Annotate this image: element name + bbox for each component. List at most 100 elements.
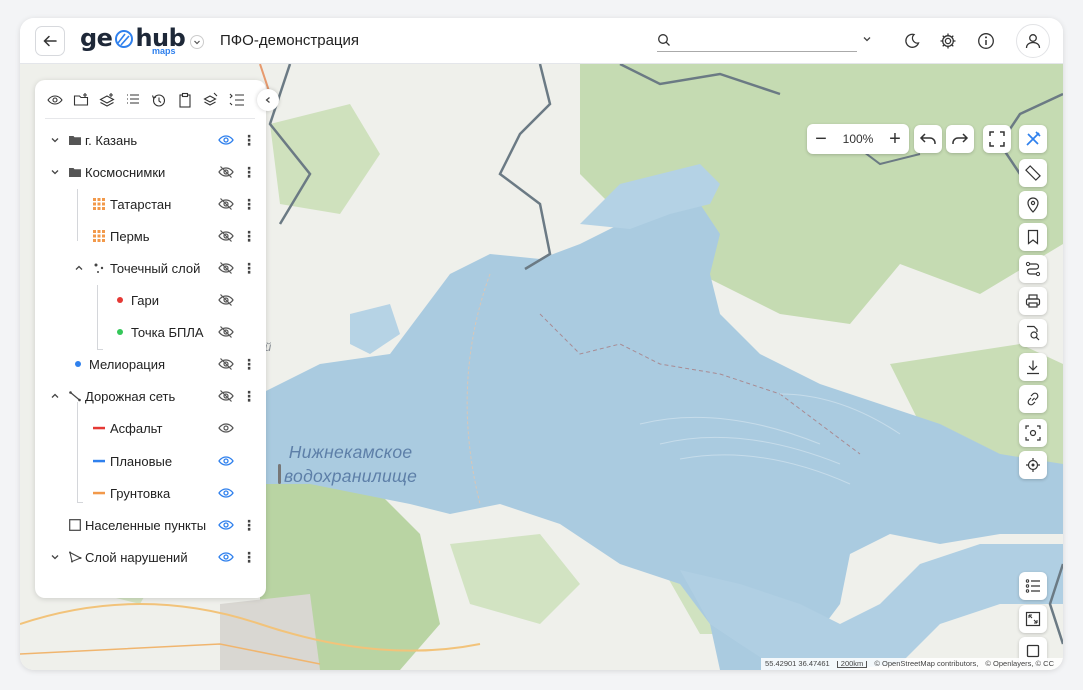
- eye-hidden-icon[interactable]: [218, 228, 234, 244]
- tools-button[interactable]: [1019, 125, 1047, 153]
- fullscreen-button[interactable]: [983, 125, 1011, 153]
- collapse-panel-button[interactable]: [257, 89, 279, 111]
- layers-edit-button[interactable]: [201, 90, 220, 109]
- ol-attribution-link[interactable]: © Openlayers, © CC: [985, 659, 1054, 668]
- legend-button[interactable]: [1019, 572, 1047, 600]
- layer-menu-button[interactable]: ⋮: [242, 388, 256, 404]
- osm-attribution-link[interactable]: © OpenStreetMap contributors,: [874, 659, 978, 668]
- search-map-button[interactable]: [1019, 319, 1047, 347]
- locate-button[interactable]: [1019, 451, 1047, 479]
- layer-menu-button[interactable]: ⋮: [242, 517, 256, 533]
- link-icon: [1027, 392, 1039, 406]
- settings-button[interactable]: [936, 29, 960, 53]
- layer-label: Татарстан: [110, 196, 172, 212]
- eye-hidden-icon[interactable]: [218, 292, 234, 308]
- layer-row-tatarstan[interactable]: Татарстан ⋮: [35, 191, 266, 217]
- geohub-logo[interactable]: ge hub maps: [80, 24, 186, 58]
- eye-hidden-icon[interactable]: [218, 260, 234, 276]
- list-settings-icon: [229, 93, 244, 106]
- layer-menu-button[interactable]: ⋮: [242, 164, 256, 180]
- visibility-icon: [46, 94, 63, 105]
- layer-row-bpla[interactable]: Точка БПЛА: [35, 319, 266, 345]
- bookmark-button[interactable]: [1019, 223, 1047, 251]
- location-pin-button[interactable]: [1019, 191, 1047, 219]
- layer-menu-button[interactable]: ⋮: [242, 356, 256, 372]
- eye-visible-icon[interactable]: [218, 517, 234, 533]
- screenshot-button[interactable]: [1019, 419, 1047, 447]
- layer-menu-button[interactable]: ⋮: [242, 260, 256, 276]
- layer-label: Мелиорация: [89, 356, 166, 372]
- search-dropdown-button[interactable]: [860, 32, 874, 46]
- redo-button[interactable]: [946, 125, 974, 153]
- panel-scrollbar[interactable]: [278, 464, 281, 484]
- blue-line-icon: [92, 454, 106, 468]
- layer-menu-button[interactable]: ⋮: [242, 228, 256, 244]
- add-layer-button[interactable]: [97, 90, 116, 109]
- chevron-up-icon[interactable]: [73, 262, 85, 274]
- chevron-down-icon: [863, 37, 871, 42]
- list-settings-button[interactable]: [227, 90, 246, 109]
- print-button[interactable]: [1019, 287, 1047, 315]
- layer-row-road-network[interactable]: Дорожная сеть ⋮: [35, 383, 266, 409]
- info-button[interactable]: [974, 29, 998, 53]
- eye-visible-icon[interactable]: [218, 549, 234, 565]
- chevron-down-icon[interactable]: [49, 134, 61, 146]
- undo-button[interactable]: [914, 125, 942, 153]
- layer-label: Космоснимки: [85, 164, 166, 180]
- zoom-in-button[interactable]: +: [881, 124, 909, 154]
- add-folder-button[interactable]: [71, 90, 90, 109]
- project-dropdown-button[interactable]: [190, 35, 204, 49]
- layer-row-gruntovka[interactable]: Грунтовка: [35, 480, 266, 506]
- link-button[interactable]: [1019, 385, 1047, 413]
- eye-visible-icon[interactable]: [218, 420, 234, 436]
- search-input[interactable]: [657, 30, 857, 52]
- layer-row-kazan[interactable]: г. Казань ⋮: [35, 127, 266, 153]
- red-dot-icon: [113, 293, 127, 307]
- eye-visible-icon[interactable]: [218, 132, 234, 148]
- add-layer-icon: [98, 92, 115, 107]
- search-map-icon: [1027, 325, 1040, 341]
- layers-edit-icon: [202, 92, 217, 106]
- layer-row-kosmosnimki[interactable]: Космоснимки ⋮: [35, 159, 266, 185]
- layer-row-settlements[interactable]: Населенные пункты ⋮: [35, 512, 266, 538]
- eye-hidden-icon[interactable]: [218, 164, 234, 180]
- clipboard-button[interactable]: [175, 90, 194, 109]
- locate-icon: [1026, 458, 1040, 472]
- eye-hidden-icon[interactable]: [218, 356, 234, 372]
- eye-hidden-icon[interactable]: [218, 388, 234, 404]
- layer-row-gari[interactable]: Гари: [35, 287, 266, 313]
- extent-button[interactable]: [1019, 605, 1047, 633]
- download-button[interactable]: [1019, 353, 1047, 381]
- layer-row-melioratsiya[interactable]: Мелиорация ⋮: [35, 351, 266, 377]
- chevron-down-icon[interactable]: [49, 551, 61, 563]
- toggle-visibility-button[interactable]: [45, 90, 64, 109]
- line-layer-icon: [68, 389, 82, 403]
- chevron-up-icon[interactable]: [49, 390, 61, 402]
- logo-mark-icon: [115, 30, 134, 48]
- eye-visible-icon[interactable]: [218, 485, 234, 501]
- ruler-button[interactable]: [1019, 159, 1047, 187]
- eye-visible-icon[interactable]: [218, 453, 234, 469]
- history-button[interactable]: [149, 90, 168, 109]
- layer-row-point-layer[interactable]: Точечный слой ⋮: [35, 255, 266, 281]
- zoom-out-button[interactable]: −: [807, 124, 835, 154]
- theme-toggle-button[interactable]: [900, 29, 924, 53]
- chevron-down-icon[interactable]: [49, 166, 61, 178]
- back-button[interactable]: [35, 26, 65, 56]
- toolbar-divider: [45, 118, 255, 119]
- user-profile-button[interactable]: [1016, 24, 1050, 58]
- eye-hidden-icon[interactable]: [218, 196, 234, 212]
- layer-menu-button[interactable]: ⋮: [242, 196, 256, 212]
- layer-row-asphalt[interactable]: Асфальт: [35, 415, 266, 441]
- list-button[interactable]: [123, 90, 142, 109]
- moon-icon: [905, 33, 920, 48]
- layer-menu-button[interactable]: ⋮: [242, 549, 256, 565]
- lake-label-line1: Нижнекамское: [288, 442, 413, 462]
- layer-menu-button[interactable]: ⋮: [242, 132, 256, 148]
- tree-connector: [97, 349, 103, 350]
- eye-hidden-icon[interactable]: [218, 324, 234, 340]
- layer-row-perm[interactable]: Пермь ⋮: [35, 223, 266, 249]
- route-button[interactable]: [1019, 255, 1047, 283]
- layer-row-violations[interactable]: Слой нарушений ⋮: [35, 544, 266, 570]
- layer-row-planned[interactable]: Плановые: [35, 448, 266, 474]
